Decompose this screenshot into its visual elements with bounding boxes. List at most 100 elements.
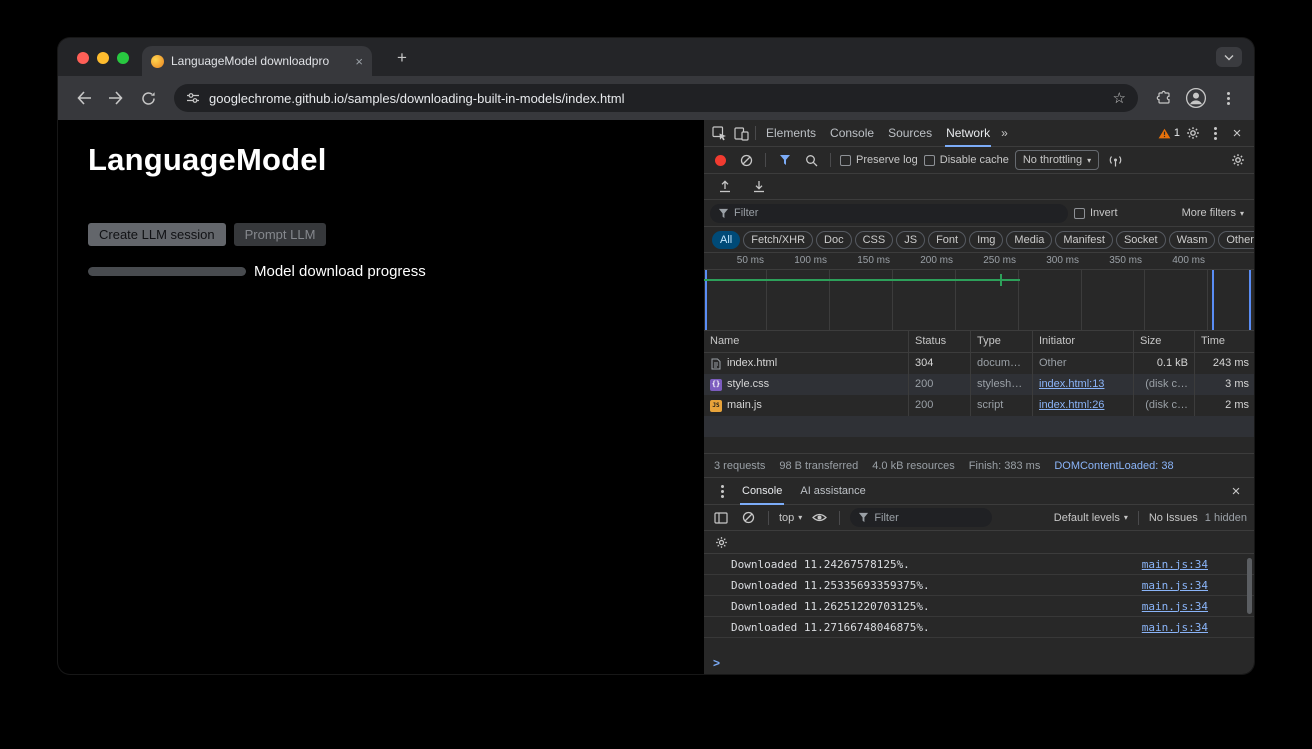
console-sidebar-button[interactable] [711,508,731,528]
tab-elements[interactable]: Elements [759,120,823,147]
drawer-menu-button[interactable] [712,481,732,501]
console-filter-field[interactable] [874,512,984,524]
export-har-button[interactable] [749,177,769,197]
source-link[interactable]: main.js:34 [1142,621,1208,634]
tab-sources[interactable]: Sources [881,120,939,147]
throttling-select[interactable]: No throttling ▾ [1015,150,1099,170]
extensions-button[interactable] [1150,84,1178,112]
reload-button[interactable] [134,84,162,112]
column-header-time[interactable]: Time [1195,331,1254,352]
close-window-button[interactable] [77,52,89,64]
source-link[interactable]: main.js:34 [1142,558,1208,571]
filter-chip-css[interactable]: CSS [855,231,894,249]
clear-console-button[interactable] [738,508,758,528]
clear-network-log-button[interactable] [736,150,756,170]
disable-cache-checkbox[interactable]: Disable cache [924,154,1009,166]
devtools-menu-button[interactable] [1205,123,1225,143]
preserve-log-checkbox[interactable]: Preserve log [840,154,918,166]
device-toolbar-button[interactable] [731,123,751,143]
console-settings-button[interactable] [711,532,731,552]
more-filters-button[interactable]: More filters ▾ [1182,207,1248,219]
caret-down-icon: ▾ [1124,513,1128,522]
tab-search-button[interactable] [1216,47,1242,67]
log-levels-select[interactable]: Default levels ▾ [1054,512,1128,524]
live-expression-button[interactable] [809,508,829,528]
request-row[interactable]: index.html 304 docum… Other 0.1 kB 243 m… [704,353,1254,374]
request-row[interactable]: JS main.js 200 script index.html:26 (dis… [704,395,1254,416]
record-icon [715,155,726,166]
hidden-messages-link[interactable]: 1 hidden [1205,512,1247,524]
warnings-badge[interactable]: 1 [1158,127,1180,139]
tab-console-panel[interactable]: Console [823,120,881,147]
console-settings-row [704,531,1254,554]
filter-chip-media[interactable]: Media [1006,231,1052,249]
close-icon: × [1232,483,1241,500]
inspect-icon [712,126,727,141]
new-tab-button[interactable]: + [390,46,414,70]
initiator-link[interactable]: index.html:26 [1039,399,1104,411]
profile-avatar[interactable] [1182,84,1210,112]
forward-button[interactable] [102,84,130,112]
invert-checkbox[interactable]: Invert [1074,207,1118,219]
drawer-close-button[interactable]: × [1226,481,1246,501]
bookmark-star-icon[interactable]: ☆ [1113,89,1126,107]
browser-tab[interactable]: LanguageModel downloadpro × [142,46,372,76]
request-status: 200 [909,374,971,395]
request-row[interactable]: {} style.css 200 stylesh… index.html:13 … [704,374,1254,395]
filter-chip-doc[interactable]: Doc [816,231,852,249]
request-size: (disk c… [1134,374,1195,395]
devtools-close-button[interactable]: × [1227,123,1247,143]
initiator-link[interactable]: index.html:13 [1039,378,1104,390]
network-search-button[interactable] [801,150,821,170]
source-link[interactable]: main.js:34 [1142,600,1208,613]
request-time: 243 ms [1195,353,1254,374]
inspect-element-button[interactable] [709,123,729,143]
minimize-window-button[interactable] [97,52,109,64]
console-filter-input[interactable] [850,508,992,527]
import-har-button[interactable] [715,177,735,197]
column-header-name[interactable]: Name [704,331,909,352]
filter-chip-socket[interactable]: Socket [1116,231,1166,249]
summary-transferred: 98 B transferred [779,460,858,472]
network-settings-button[interactable] [1228,150,1248,170]
console-prompt[interactable]: > [704,652,1254,674]
address-bar[interactable]: googlechrome.github.io/samples/downloadi… [174,84,1138,112]
download-progress-bar [88,267,246,276]
site-settings-icon[interactable] [186,91,200,105]
column-header-size[interactable]: Size [1134,331,1195,352]
zoom-window-button[interactable] [117,52,129,64]
column-header-status[interactable]: Status [909,331,971,352]
console-scrollbar[interactable] [1247,558,1252,614]
download-icon [752,180,766,193]
filter-chip-fetch-xhr[interactable]: Fetch/XHR [743,231,813,249]
tab-close-icon[interactable]: × [355,54,363,69]
drawer-tab-console[interactable]: Console [734,478,790,505]
url-text[interactable]: googlechrome.github.io/samples/downloadi… [209,91,625,106]
network-overview[interactable]: 50 ms 100 ms 150 ms 200 ms 250 ms 300 ms… [704,253,1254,331]
context-selector[interactable]: top ▾ [779,512,802,524]
network-filter-field[interactable] [734,207,1060,219]
devtools-settings-button[interactable] [1183,123,1203,143]
column-header-initiator[interactable]: Initiator [1033,331,1134,352]
network-filter-input[interactable] [710,204,1068,223]
browser-menu-button[interactable] [1214,84,1242,112]
source-link[interactable]: main.js:34 [1142,579,1208,592]
filter-chip-img[interactable]: Img [969,231,1003,249]
more-panels-icon[interactable]: » [997,126,1012,140]
network-filter-toggle[interactable] [775,150,795,170]
filter-chip-all[interactable]: All [712,231,740,249]
filter-chip-wasm[interactable]: Wasm [1169,231,1216,249]
issues-counter[interactable]: No Issues [1149,512,1198,524]
filter-chip-font[interactable]: Font [928,231,966,249]
back-button[interactable] [70,84,98,112]
filter-chip-js[interactable]: JS [896,231,925,249]
prompt-llm-button[interactable]: Prompt LLM [234,223,327,246]
network-conditions-button[interactable] [1105,150,1125,170]
filter-chip-manifest[interactable]: Manifest [1055,231,1113,249]
record-network-log-button[interactable] [710,150,730,170]
create-llm-session-button[interactable]: Create LLM session [88,223,226,246]
tab-network[interactable]: Network [939,120,997,147]
drawer-tab-ai-assistance[interactable]: AI assistance [792,478,873,505]
column-header-type[interactable]: Type [971,331,1033,352]
filter-chip-other[interactable]: Other [1218,231,1254,249]
